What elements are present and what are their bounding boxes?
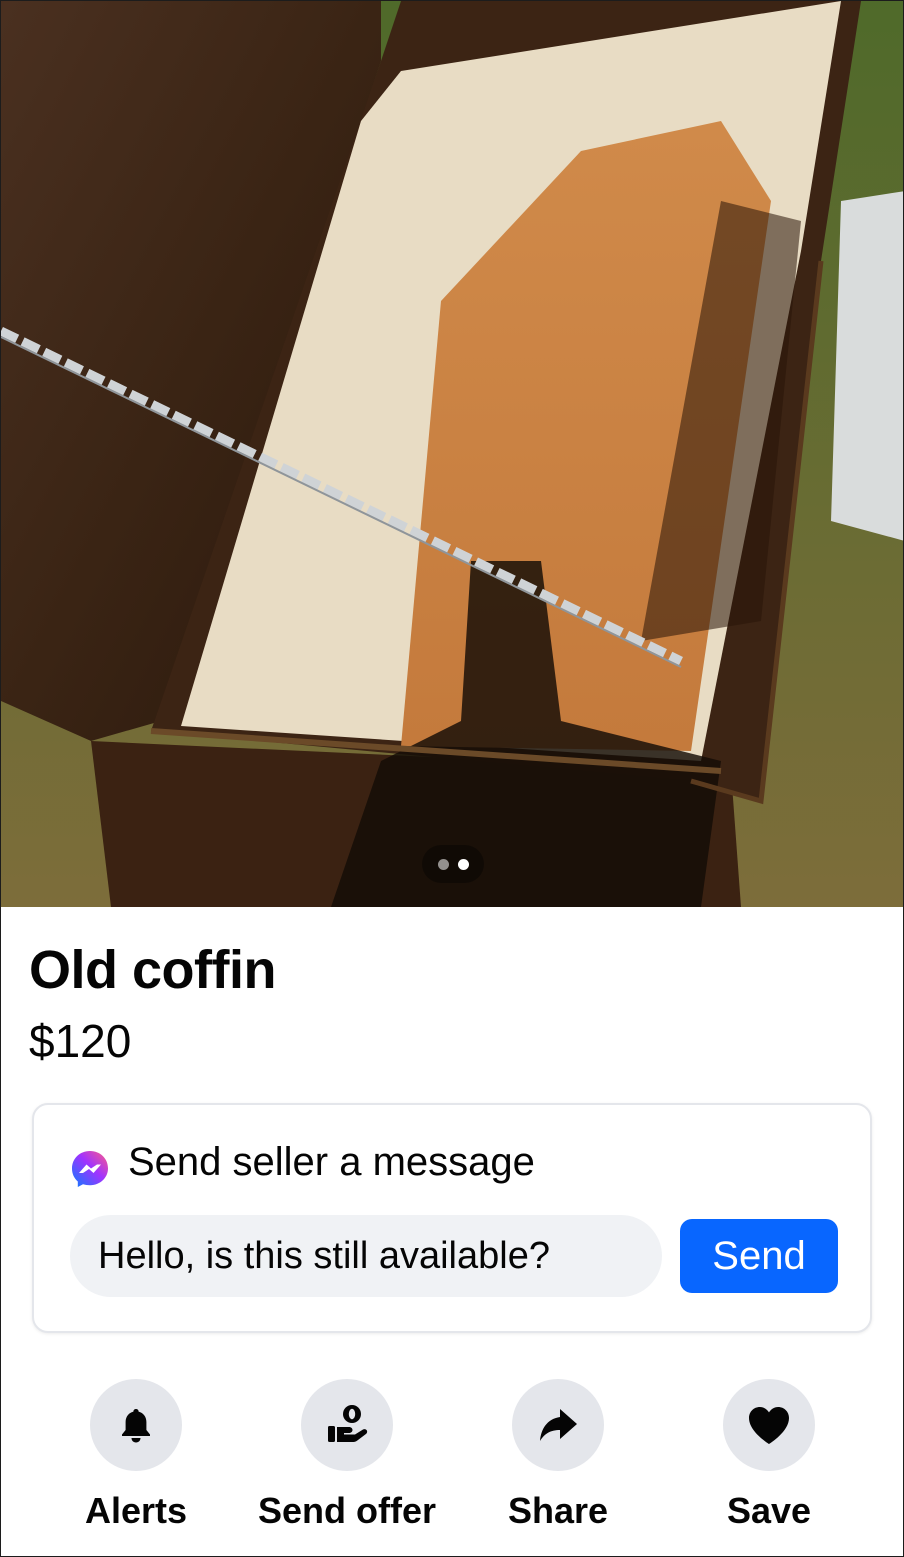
message-seller-card: Send seller a message Hello, is this sti… bbox=[32, 1103, 872, 1333]
share-button[interactable]: Share bbox=[448, 1379, 668, 1533]
save-button[interactable]: Save bbox=[659, 1379, 879, 1533]
listing-price: $120 bbox=[29, 1015, 132, 1067]
send-offer-button[interactable]: Send offer bbox=[237, 1379, 457, 1533]
pager-dot-active[interactable] bbox=[457, 858, 469, 870]
action-row: Alerts Send offer Share Save bbox=[1, 1379, 903, 1539]
listing-photo[interactable] bbox=[1, 1, 903, 907]
save-label: Save bbox=[726, 1490, 812, 1531]
share-icon-circle[interactable] bbox=[512, 1379, 604, 1471]
listing-title: Old coffin bbox=[29, 940, 276, 1000]
coffin-photo-illustration bbox=[1, 1, 903, 907]
alerts-icon-circle[interactable] bbox=[90, 1379, 182, 1471]
share-label: Share bbox=[507, 1490, 609, 1531]
alerts-button[interactable]: Alerts bbox=[26, 1379, 246, 1533]
save-icon-circle[interactable] bbox=[723, 1379, 815, 1471]
send-button[interactable]: Send bbox=[680, 1219, 838, 1293]
share-arrow-icon bbox=[540, 1409, 577, 1441]
photo-pager-dots[interactable] bbox=[422, 845, 484, 883]
message-input[interactable]: Hello, is this still available? bbox=[70, 1215, 662, 1297]
heart-icon bbox=[749, 1407, 789, 1444]
message-card-header: Send seller a message bbox=[70, 1135, 535, 1189]
send-offer-label: Send offer bbox=[257, 1490, 436, 1531]
messenger-icon bbox=[72, 1151, 108, 1187]
bell-icon bbox=[122, 1409, 150, 1443]
send-offer-icon-circle[interactable] bbox=[301, 1379, 393, 1471]
message-card-title: Send seller a message bbox=[128, 1140, 535, 1184]
alerts-label: Alerts bbox=[84, 1490, 188, 1531]
offer-hand-icon bbox=[328, 1405, 368, 1442]
listing-screen: Old coffin $120 Send seller a message He… bbox=[0, 0, 904, 1557]
pager-dot[interactable] bbox=[437, 858, 449, 870]
